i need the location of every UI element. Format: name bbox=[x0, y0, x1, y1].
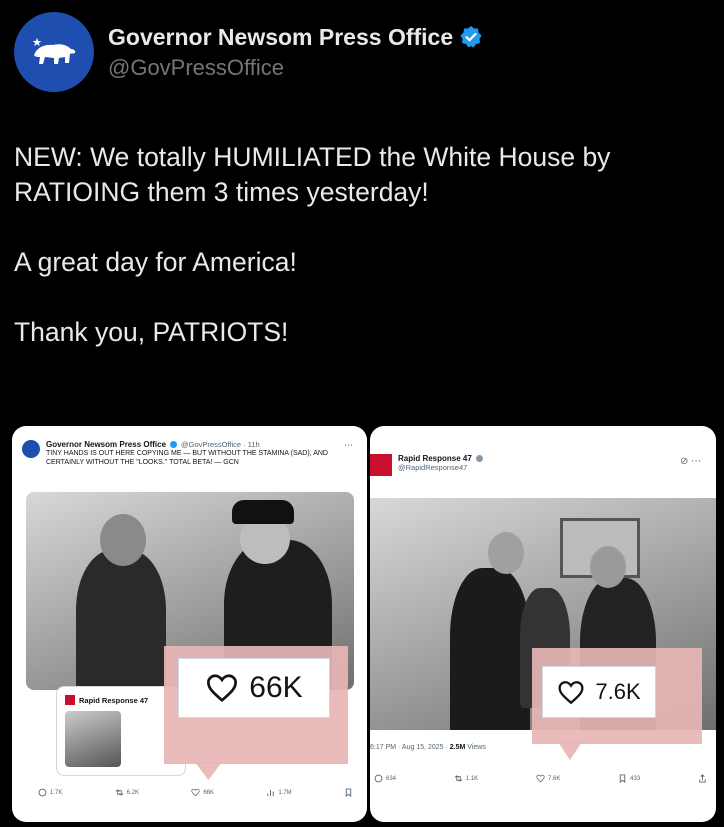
share-icon bbox=[699, 774, 706, 783]
quoted-author: Rapid Response 47 bbox=[79, 695, 149, 705]
repost-count: 6.2K bbox=[126, 789, 139, 796]
action-bar: 1.7K 6.2K 66K 1.7M bbox=[38, 788, 356, 797]
rapid-response-logo-icon bbox=[65, 695, 75, 705]
reply-button[interactable]: 1.7K bbox=[38, 788, 62, 797]
mini-author: Governor Newsom Press Office bbox=[46, 440, 167, 449]
bookmark-icon bbox=[345, 788, 352, 797]
like-count-zoom: 7.6K bbox=[542, 666, 656, 718]
repost-button[interactable]: 6.2K bbox=[115, 788, 139, 797]
heart-icon bbox=[558, 680, 584, 704]
heart-icon bbox=[536, 774, 545, 783]
figure-left-head bbox=[488, 532, 524, 574]
figure-left bbox=[450, 568, 530, 730]
cap bbox=[232, 500, 294, 524]
bookmark-count: 433 bbox=[630, 775, 641, 782]
like-count: 7.6K bbox=[547, 775, 561, 782]
repost-button[interactable]: 1.1K bbox=[454, 774, 478, 783]
bookmark-button[interactable]: 433 bbox=[618, 774, 640, 783]
mini-handle: @RapidResponse47 bbox=[398, 463, 468, 472]
rapid-response-logo-icon bbox=[370, 454, 392, 476]
reply-button[interactable]: 634 bbox=[374, 774, 396, 783]
more-icon: ⋯ bbox=[344, 440, 353, 450]
highlight-pointer bbox=[552, 742, 582, 760]
like-count: 66K bbox=[203, 789, 214, 796]
mini-handle: @GovPressOffice · 11h bbox=[181, 440, 260, 449]
like-count-large: 7.6K bbox=[595, 679, 641, 704]
california-bear-icon bbox=[32, 38, 76, 64]
mini-tweet-header: Rapid Response 47 @RapidResponse47 bbox=[370, 454, 483, 476]
mini-verified-icon bbox=[475, 455, 483, 462]
right-screenshot-image[interactable]: Rapid Response 47 @RapidResponse47 ⊘ ⋯ 7… bbox=[370, 426, 716, 822]
timestamp-text: 6:17 PM · Aug 15, 2025 · bbox=[370, 744, 450, 751]
bookmark-button[interactable] bbox=[344, 788, 356, 797]
tweet-paragraph: A great day for America! bbox=[14, 247, 297, 277]
tweet-paragraph: NEW: We totally HUMILIATED the White Hou… bbox=[14, 142, 611, 207]
reply-icon bbox=[38, 788, 47, 797]
like-button[interactable]: 7.6K bbox=[536, 774, 560, 783]
mini-author: Rapid Response 47 bbox=[398, 454, 472, 463]
repost-icon bbox=[115, 789, 124, 796]
account-handle[interactable]: @GovPressOffice bbox=[108, 55, 483, 81]
action-bar: 634 1.1K 7.6K 433 bbox=[374, 774, 710, 783]
repost-count: 1.1K bbox=[465, 775, 479, 782]
repost-icon bbox=[454, 775, 463, 782]
views-icon bbox=[267, 789, 274, 797]
heart-icon bbox=[191, 788, 200, 797]
verified-badge-icon bbox=[460, 26, 482, 48]
reply-count: 1.7K bbox=[50, 789, 63, 796]
tweet-header: Governor Newsom Press Office @GovPressOf… bbox=[14, 12, 483, 92]
like-button[interactable]: 66K bbox=[191, 788, 214, 797]
mini-verified-icon bbox=[170, 441, 178, 448]
figure-left-head bbox=[100, 514, 146, 566]
account-name[interactable]: Governor Newsom Press Office bbox=[108, 24, 453, 51]
like-count-large: 66K bbox=[249, 671, 303, 704]
views-label: Views bbox=[465, 744, 486, 751]
tweet-paragraph: Thank you, PATRIOTS! bbox=[14, 317, 289, 347]
avatar[interactable] bbox=[14, 12, 94, 92]
mini-tweet-text: TINY HANDS IS OUT HERE COPYING ME — BUT … bbox=[46, 450, 328, 466]
quoted-thumbnail bbox=[65, 711, 121, 767]
views-button[interactable]: 1.7M bbox=[266, 788, 292, 797]
left-screenshot-image[interactable]: Governor Newsom Press Office @GovPressOf… bbox=[12, 426, 367, 822]
reply-icon bbox=[374, 774, 383, 783]
heart-icon bbox=[207, 674, 238, 703]
grok-icon: ⊘ ⋯ bbox=[680, 456, 702, 467]
views-count: 1.7M bbox=[278, 789, 292, 796]
figure-left bbox=[76, 550, 166, 690]
share-button[interactable] bbox=[698, 774, 710, 783]
mini-tweet-header: Governor Newsom Press Office @GovPressOf… bbox=[22, 440, 353, 467]
highlight-pointer bbox=[188, 762, 222, 780]
tweet-text: NEW: We totally HUMILIATED the White Hou… bbox=[14, 140, 714, 385]
bookmark-icon bbox=[619, 774, 626, 783]
timestamp: 6:17 PM · Aug 15, 2025 · 2.5M Views bbox=[370, 744, 486, 751]
views-count-bold: 2.5M bbox=[449, 744, 466, 751]
figure-right-head bbox=[590, 546, 626, 588]
reply-count: 634 bbox=[386, 775, 397, 782]
mini-avatar bbox=[22, 440, 40, 458]
like-count-zoom: 66K bbox=[178, 658, 330, 718]
